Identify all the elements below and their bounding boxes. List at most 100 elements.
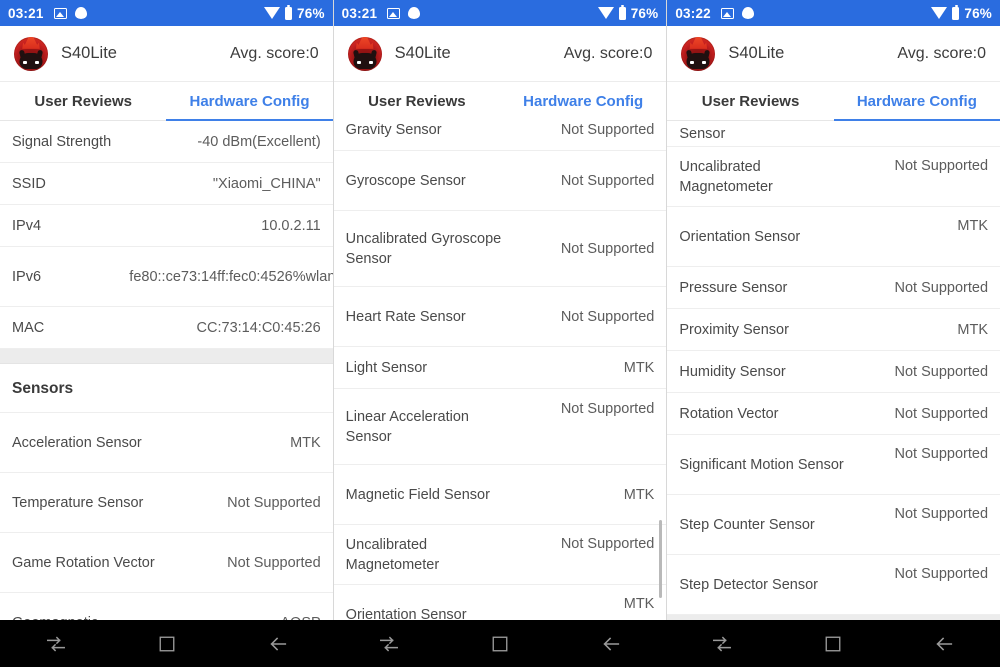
hardware-list-1[interactable]: Signal Strength -40 dBm(Excellent) SSID … — [0, 121, 333, 620]
table-row[interactable]: IPv6 fe80::ce73:14ff:fec0:4526%wlan0 — [0, 247, 333, 307]
row-key: Gravity Sensor — [345, 121, 442, 138]
row-key: Uncalibrated Magnetometer — [679, 158, 773, 195]
recents-icon[interactable] — [363, 620, 415, 667]
row-key: Acceleration Sensor — [12, 434, 142, 451]
drop-icon — [741, 7, 754, 19]
nav-group-3 — [667, 620, 1000, 667]
table-row[interactable]: Magnetic Field Sensor MTK — [333, 465, 667, 525]
antutu-logo-icon — [14, 36, 48, 71]
table-row[interactable]: Gravity Sensor Not Supported — [333, 109, 667, 151]
table-row[interactable]: SSID "Xiaomi_CHINA" — [0, 163, 333, 205]
row-key: Light Sensor — [345, 359, 428, 376]
tab-bar: User Reviews Hardware Config — [0, 82, 333, 121]
row-key: Orientation Sensor — [345, 606, 467, 621]
hardware-list-3[interactable]: Sensor Uncalibrated Magnetometer Not Sup… — [667, 121, 1000, 620]
status-bar-right-icons: 76% — [597, 4, 659, 21]
row-key: Magnetic Field Sensor — [345, 486, 490, 503]
status-bar-time: 03:22 — [675, 5, 711, 21]
status-bar-right-icons: 76% — [931, 4, 992, 21]
table-row[interactable]: Signal Strength -40 dBm(Excellent) — [0, 121, 333, 163]
app-header: S40Lite Avg. score:0 — [333, 26, 667, 82]
row-value: Not Supported — [227, 554, 321, 571]
status-bar: 03:21 76% — [0, 0, 333, 26]
row-value: MTK — [623, 486, 655, 503]
back-icon[interactable] — [585, 620, 637, 667]
device-name: S40Lite — [728, 44, 785, 62]
tab-user-reviews[interactable]: User Reviews — [0, 82, 166, 120]
row-value: Not Supported — [894, 279, 989, 296]
row-key: Heart Rate Sensor — [345, 308, 466, 325]
row-value: Not Supported — [560, 308, 655, 325]
nav-group-2 — [333, 620, 666, 667]
row-key: IPv4 — [12, 217, 42, 234]
status-bar: 03:22 76% — [667, 0, 1000, 26]
home-icon[interactable] — [807, 620, 859, 667]
row-key: Geomagnetic — [12, 613, 98, 621]
table-row[interactable]: MAC CC:73:14:C0:45:26 — [0, 307, 333, 349]
hardware-list-2[interactable]: Gravity Sensor Not Supported Gyroscope S… — [333, 109, 667, 621]
row-key: Signal Strength — [12, 133, 112, 150]
table-row[interactable]: IPv4 10.0.2.11 — [0, 205, 333, 247]
battery-icon — [285, 4, 293, 20]
table-row[interactable]: Humidity Sensor Not Supported — [667, 351, 1000, 393]
row-value: MTK — [290, 434, 321, 451]
table-row[interactable]: Sensor — [667, 121, 1000, 147]
battery-icon — [618, 4, 626, 20]
status-bar-left-icons — [720, 7, 754, 19]
table-row[interactable]: Significant Motion Sensor Not Supported — [667, 435, 1000, 495]
table-row[interactable]: Orientation Sensor MTK — [667, 207, 1000, 267]
table-row[interactable]: Heart Rate Sensor Not Supported — [333, 287, 667, 347]
table-row[interactable]: Uncalibrated Gyroscope Sensor Not Suppor… — [333, 211, 667, 287]
recents-icon[interactable] — [696, 620, 748, 667]
tab-hardware-config[interactable]: Hardware Config — [166, 82, 333, 121]
antutu-logo-icon — [347, 36, 382, 71]
wifi-icon — [931, 7, 948, 19]
table-row[interactable]: Step Detector Sensor Not Supported — [667, 555, 1000, 615]
vertical-scrollbar[interactable] — [659, 520, 663, 598]
screenshot-root: 03:21 76% S40Lite Avg. score:0 User Revi… — [0, 0, 1000, 667]
table-row[interactable]: Uncalibrated Magnetometer Not Supported — [667, 147, 1000, 207]
section-divider — [0, 349, 333, 364]
panel-container: 03:21 76% S40Lite Avg. score:0 User Revi… — [0, 0, 1000, 620]
table-row[interactable]: Pressure Sensor Not Supported — [667, 267, 1000, 309]
battery-icon — [952, 4, 960, 20]
section-title-sensors: Sensors — [0, 364, 333, 413]
status-bar-time: 03:21 — [8, 5, 44, 21]
table-row[interactable]: Light Sensor MTK — [333, 347, 667, 389]
row-value: Not Supported — [227, 494, 321, 511]
nav-group-1 — [0, 620, 333, 667]
table-row[interactable]: Game Rotation Vector Not Supported — [0, 533, 333, 593]
row-value: Not Supported — [894, 566, 989, 582]
row-value: Not Supported — [894, 506, 989, 522]
row-value: -40 dBm(Excellent) — [197, 133, 321, 150]
row-key: Proximity Sensor — [679, 321, 789, 338]
table-row[interactable]: Linear Acceleration Sensor Not Supported — [333, 389, 667, 465]
tab-hardware-config[interactable]: Hardware Config — [833, 82, 1000, 121]
home-icon[interactable] — [141, 620, 193, 667]
row-key: Gyroscope Sensor — [345, 172, 466, 189]
table-row[interactable]: Rotation Vector Not Supported — [667, 393, 1000, 435]
app-header: S40Lite Avg. score:0 — [667, 26, 1000, 82]
home-icon[interactable] — [474, 620, 526, 667]
back-icon[interactable] — [918, 620, 970, 667]
row-key: Orientation Sensor — [679, 228, 801, 245]
row-key: Humidity Sensor — [679, 363, 786, 380]
tab-user-reviews[interactable]: User Reviews — [667, 82, 833, 120]
row-value: Not Supported — [560, 240, 655, 257]
row-value: Not Supported — [560, 536, 655, 552]
table-row[interactable]: Proximity Sensor MTK — [667, 309, 1000, 351]
android-nav-bar — [0, 620, 1000, 667]
table-row[interactable]: Gyroscope Sensor Not Supported — [333, 151, 667, 211]
status-bar-time: 03:21 — [341, 5, 378, 21]
back-icon[interactable] — [252, 620, 304, 667]
table-row[interactable]: Geomagnetic AOSP — [0, 593, 333, 620]
recents-icon[interactable] — [30, 620, 82, 667]
status-bar-right-icons: 76% — [264, 4, 325, 21]
table-row[interactable]: Step Counter Sensor Not Supported — [667, 495, 1000, 555]
table-row[interactable]: Orientation Sensor MTK — [333, 585, 667, 621]
device-name: S40Lite — [61, 44, 117, 62]
table-row[interactable]: Acceleration Sensor MTK — [0, 413, 333, 473]
table-row[interactable]: Uncalibrated Magnetometer Not Supported — [333, 525, 667, 585]
table-row[interactable]: Temperature Sensor Not Supported — [0, 473, 333, 533]
row-key: Pressure Sensor — [679, 279, 788, 296]
